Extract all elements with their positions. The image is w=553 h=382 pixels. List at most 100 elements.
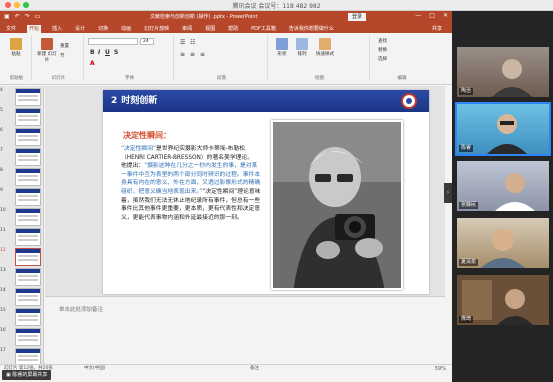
tab-transitions[interactable]: 切换 <box>96 25 110 33</box>
tell-me-search[interactable]: 告诉我你想要做什么 <box>287 25 336 33</box>
replace-button[interactable]: 替换 <box>378 47 387 53</box>
slide-thumbnail[interactable]: 14 <box>0 288 41 308</box>
group-editing: 查找 替换 选择 编辑 <box>378 38 407 81</box>
redo-icon[interactable]: ↷ <box>25 13 30 20</box>
arrange-icon <box>296 38 308 50</box>
participant-name: 陶治 <box>459 88 474 95</box>
reset-button[interactable]: 重置 <box>60 43 69 49</box>
ppt-window-controls: — □ ✕ <box>415 12 448 19</box>
meeting-title-bar: 腾讯会议 会议号：118 482 982 <box>0 0 553 11</box>
share-button[interactable]: 共享 <box>430 25 444 33</box>
notes-toggle[interactable]: 备注 <box>250 365 259 371</box>
login-button[interactable]: 登录 <box>348 13 366 21</box>
participants-panel: 陶治 陈睿 张静民 夏清泉 熊琦 <box>452 11 553 382</box>
participant-tile[interactable]: 熊琦 <box>457 275 549 325</box>
participant-tile[interactable]: 陶治 <box>457 47 549 97</box>
save-icon[interactable]: ▣ <box>4 13 10 20</box>
close-icon[interactable]: ✕ <box>443 12 448 19</box>
status-bar: 幻灯片 第12张，共20张 中文(中国) 备注 59% <box>0 364 452 372</box>
align-center-icon[interactable]: ≡ <box>190 51 195 58</box>
slide-thumbnail[interactable]: 7 <box>0 148 41 168</box>
minimize-icon[interactable]: — <box>415 12 421 19</box>
group-font: 24 B I U S A 字体 <box>86 35 174 81</box>
group-clipboard: 粘贴 剪贴板 <box>2 35 32 81</box>
strikethrough-icon[interactable]: S <box>114 49 118 56</box>
font-color-icon[interactable]: A <box>90 60 95 67</box>
meeting-title: 腾讯会议 会议号：118 482 982 <box>232 3 321 10</box>
shapes-icon <box>276 38 288 50</box>
select-button[interactable]: 选择 <box>378 56 387 62</box>
font-name-select[interactable] <box>88 38 138 45</box>
bold-icon[interactable]: B <box>90 49 95 56</box>
find-button[interactable]: 查找 <box>378 38 387 44</box>
document-title: 文献检索与创新创新 (操作) .pptx - PowerPoint <box>150 14 258 20</box>
slide-thumbnail[interactable]: 16 <box>0 328 41 348</box>
section-button[interactable]: 节 <box>60 53 65 59</box>
participant-name: 夏清泉 <box>459 259 479 266</box>
slide-thumbnail[interactable]: 4 <box>0 88 41 108</box>
italic-icon[interactable]: I <box>98 49 100 56</box>
tab-home[interactable]: 开始 <box>27 25 42 33</box>
bullets-icon[interactable]: ☰ <box>180 39 185 46</box>
slide-thumbnail[interactable]: 9 <box>0 188 41 208</box>
quick-styles-button[interactable]: 快速样式 <box>314 38 336 57</box>
shapes-button[interactable]: 形状 <box>274 38 290 57</box>
quick-access-toolbar: ▣ ↶ ↷ ▭ <box>4 13 40 20</box>
participant-name: 熊琦 <box>459 316 474 323</box>
slide-thumbnail[interactable]: 11 <box>0 228 41 248</box>
slide-thumbnail[interactable]: 10 <box>0 208 41 228</box>
paragraph-1: “决定性瞬间”是世界纪实摄影大师卡蒂埃-布勒松（HENRI CARTIER-BR… <box>121 146 254 161</box>
participant-tile[interactable]: 张静民 <box>457 161 549 211</box>
present-icon[interactable]: ▭ <box>35 13 41 20</box>
slide-thumbnails-pane[interactable]: 4 5 6 7 8 9 10 11 12 13 14 15 16 17 <box>0 86 44 366</box>
current-slide[interactable]: 2 时刻创新 决定性瞬间： “决定性瞬间”是世界纪实摄影大师卡蒂埃-布勒松（HEN… <box>103 90 429 294</box>
notes-pane[interactable]: 单击此处添加备注 <box>45 296 445 336</box>
tab-help[interactable]: 帮助 <box>226 25 240 33</box>
tab-view[interactable]: 视图 <box>203 25 217 33</box>
arrange-button[interactable]: 排列 <box>294 38 310 57</box>
paste-icon <box>10 38 22 50</box>
slide-thumbnail[interactable]: 8 <box>0 168 41 188</box>
slide-title-bar: 2 时刻创新 <box>103 90 429 112</box>
align-left-icon[interactable]: ≡ <box>180 51 185 58</box>
slide-thumbnail[interactable]: 15 <box>0 308 41 328</box>
participant-tile-active[interactable]: 陈睿 <box>455 102 551 156</box>
slide-thumbnail-selected[interactable]: 12 <box>0 248 41 268</box>
new-slide-button[interactable]: 新建 幻灯片 <box>36 38 58 63</box>
align-right-icon[interactable]: ≡ <box>200 51 205 58</box>
slide-editing-area[interactable]: 2 时刻创新 决定性瞬间： “决定性瞬间”是世界纪实摄影大师卡蒂埃-布勒松（HEN… <box>45 86 445 296</box>
tab-file[interactable]: 文件 <box>4 25 18 33</box>
photographer-portrait-image[interactable] <box>271 120 403 290</box>
tab-design[interactable]: 设计 <box>73 25 87 33</box>
participant-name: 陈睿 <box>459 145 474 152</box>
numbering-icon[interactable]: ☷ <box>190 39 195 46</box>
participant-tile[interactable]: 夏清泉 <box>457 218 549 268</box>
group-paragraph: ☰ ☷ ≡ ≡ ≡ 段落 <box>176 35 268 81</box>
collapse-panel-arrow[interactable]: › <box>444 183 452 203</box>
slide-body-text[interactable]: “决定性瞬间”是世界纪实摄影大师卡蒂埃-布勒松（HENRI CARTIER-BR… <box>121 145 263 222</box>
underline-icon[interactable]: U <box>105 49 110 56</box>
slide-thumbnail[interactable]: 6 <box>0 128 41 148</box>
group-slides: 新建 幻灯片 重置 节 幻灯片 <box>34 35 84 81</box>
screen-share-banner[interactable]: ▣ 陈睿的屏幕共享 <box>2 370 52 380</box>
undo-icon[interactable]: ↶ <box>15 13 20 20</box>
slide-thumbnail[interactable]: 13 <box>0 268 41 288</box>
school-logo <box>401 93 417 109</box>
portrait-drawing <box>273 122 401 288</box>
tab-insert[interactable]: 插入 <box>50 25 64 33</box>
participant-name: 张静民 <box>459 202 479 209</box>
maximize-icon[interactable]: □ <box>429 12 435 19</box>
tab-review[interactable]: 审阅 <box>180 25 194 33</box>
tab-pdf-tools[interactable]: PDF工具箱 <box>249 25 278 33</box>
zoom-level[interactable]: 59% <box>435 366 446 372</box>
language-indicator[interactable]: 中文(中国) <box>84 365 106 371</box>
slide-subtitle[interactable]: 决定性瞬间： <box>123 130 171 141</box>
notes-placeholder[interactable]: 单击此处添加备注 <box>59 305 103 313</box>
slide-thumbnail[interactable]: 5 <box>0 108 41 128</box>
tab-slideshow[interactable]: 幻灯片放映 <box>142 25 171 33</box>
group-drawing: 形状 排列 快速样式 绘图 <box>270 35 370 81</box>
tab-animations[interactable]: 动画 <box>119 25 133 33</box>
paragraph-2: 他提出：“摄影这种在几分之一秒内发生的事，是对某一事件中互为表里的两个部分同时辨… <box>121 163 261 221</box>
font-size-select[interactable]: 24 <box>140 38 154 45</box>
paste-button[interactable]: 粘贴 <box>6 38 26 57</box>
